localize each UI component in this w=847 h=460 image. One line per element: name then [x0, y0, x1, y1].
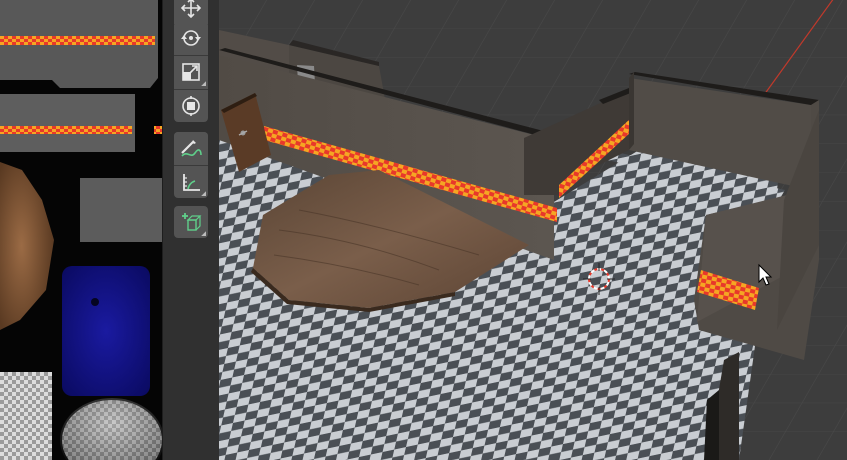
- uv-wall-island: [80, 178, 162, 242]
- uv-stripe: [0, 126, 132, 134]
- uv-stripe: [154, 126, 162, 134]
- uv-island-canvas: [0, 0, 162, 460]
- transform-tool-button[interactable]: [174, 90, 208, 122]
- tool-shelf: [162, 0, 220, 460]
- rotate-icon: [181, 30, 201, 46]
- uv-normal-island: [62, 266, 150, 396]
- add-cube-tool-button[interactable]: [174, 206, 208, 238]
- viewport-scene: [219, 0, 847, 460]
- move-tool-button[interactable]: [174, 0, 208, 24]
- 3d-viewport[interactable]: [219, 0, 847, 460]
- transform-icon: [182, 96, 200, 116]
- measure-icon: [183, 174, 200, 191]
- add-cube-icon: [182, 213, 202, 231]
- measure-tool-button[interactable]: [174, 166, 208, 198]
- annotate-tool-button[interactable]: [174, 132, 208, 164]
- rotate-tool-button[interactable]: [174, 22, 208, 54]
- uv-checker-island: [0, 372, 52, 460]
- uv-wall-island: [0, 94, 135, 152]
- scale-icon: [182, 63, 200, 81]
- uv-wood-island: [0, 162, 54, 330]
- uv-texture-panel[interactable]: [0, 0, 162, 460]
- move-icon: [180, 0, 202, 19]
- scale-tool-button[interactable]: [174, 56, 208, 88]
- uv-stripe: [0, 36, 155, 45]
- annotate-icon: [181, 140, 202, 157]
